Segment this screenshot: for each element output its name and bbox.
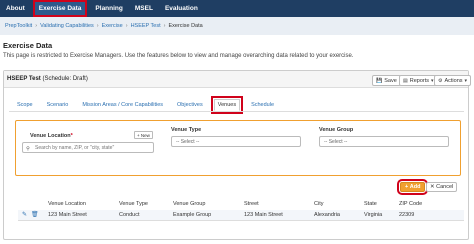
breadcrumb-exercise-data: Exercise Data	[168, 23, 203, 29]
chevron-down-icon: ▾	[464, 77, 468, 84]
venue-location-field[interactable]	[35, 144, 149, 151]
document-icon: ▤	[403, 77, 408, 84]
cancel-button-label: Cancel	[436, 184, 454, 190]
new-venue-button[interactable]: + New	[134, 131, 153, 139]
nav-about[interactable]: About	[0, 0, 31, 17]
save-icon: 💾	[376, 77, 383, 84]
tab-mission-areas[interactable]: Mission Areas / Core Capabilities	[79, 99, 166, 111]
reports-button-label: Reports	[409, 77, 429, 84]
cell-state: Virginia	[364, 212, 383, 218]
actions-button-label: Actions	[444, 77, 463, 84]
breadcrumb-separator: ›	[163, 23, 166, 29]
venue-location-label: Venue Location*	[30, 133, 73, 139]
edit-icon[interactable]: ✎	[22, 211, 27, 218]
exercise-name: HSEEP Test	[7, 76, 41, 82]
search-icon: ⚲	[26, 145, 30, 152]
page-description: This page is restricted to Exercise Mana…	[3, 53, 354, 59]
column-header: Venue Group	[173, 201, 206, 207]
column-header: City	[314, 201, 324, 207]
column-header: Street	[244, 201, 259, 207]
gear-icon: ⚙	[438, 77, 443, 84]
actions-button[interactable]: ⚙ Actions ▾	[434, 75, 472, 86]
tab-venues[interactable]: Venues	[210, 96, 244, 114]
reports-button[interactable]: ▤ Reports ▾	[399, 75, 438, 86]
required-mark: *	[70, 133, 73, 139]
venue-group-label: Venue Group	[319, 127, 354, 133]
add-button[interactable]: + Add	[396, 179, 429, 195]
breadcrumb-separator: ›	[96, 23, 99, 29]
add-button-label: Add	[409, 184, 421, 190]
nav-exercise-data[interactable]: Exercise Data	[32, 0, 88, 17]
nav-planning[interactable]: Planning	[89, 0, 128, 17]
breadcrumb-exercise[interactable]: Exercise	[102, 23, 123, 29]
schedule-status: (Schedule: Draft)	[42, 76, 88, 82]
venue-location-label-text: Venue Location	[30, 133, 71, 139]
column-header: Venue Type	[119, 201, 148, 207]
save-button-label: Save	[384, 77, 397, 84]
venue-group-value: -- Select --	[324, 138, 348, 145]
panel-header: HSEEP Test (Schedule: Draft) 💾 Save ▤ Re…	[4, 71, 472, 88]
cell-street: 123 Main Street	[244, 212, 283, 218]
breadcrumb-preptoolkit[interactable]: PrepToolkit	[5, 23, 32, 29]
venue-type-label: Venue Type	[171, 127, 202, 133]
cancel-button[interactable]: ✕ Cancel	[426, 182, 458, 192]
cell-venue-location: 123 Main Street	[48, 212, 87, 218]
page-title: Exercise Data	[3, 41, 53, 50]
save-button[interactable]: 💾 Save	[372, 75, 401, 86]
column-header: State	[364, 201, 377, 207]
tab-scenario[interactable]: Scenario	[44, 99, 72, 111]
cell-venue-group: Example Group	[173, 212, 212, 218]
breadcrumb-separator: ›	[125, 23, 128, 29]
venues-table-header: Venue Location Venue Type Venue Group St…	[18, 199, 464, 211]
cell-venue-type: Conduct	[119, 212, 140, 218]
tab-objectives[interactable]: Objectives	[174, 99, 206, 111]
tab-scope[interactable]: Scope	[14, 99, 36, 111]
venue-type-value: -- Select --	[176, 138, 200, 145]
exercise-panel: HSEEP Test (Schedule: Draft) 💾 Save ▤ Re…	[3, 70, 472, 240]
table-row: ✎ 🗑 123 Main Street Conduct Example Grou…	[18, 210, 464, 221]
breadcrumb-hseep-test[interactable]: HSEEP Test	[131, 23, 161, 29]
column-header: ZIP Code	[399, 201, 423, 207]
column-header: Venue Location	[48, 201, 86, 207]
nav-evaluation[interactable]: Evaluation	[159, 0, 204, 17]
trash-icon[interactable]: 🗑	[31, 211, 39, 218]
top-navbar: About Exercise Data Planning MSEL Evalua…	[0, 0, 474, 17]
cell-zip-code: 22309	[399, 212, 415, 218]
tab-schedule[interactable]: Schedule	[248, 99, 277, 111]
nav-msel[interactable]: MSEL	[129, 0, 159, 17]
venue-location-input[interactable]: ⚲	[22, 142, 154, 153]
breadcrumb-separator: ›	[35, 23, 38, 29]
panel-title: HSEEP Test (Schedule: Draft)	[7, 76, 88, 82]
breadcrumb: PrepToolkit › Validating Capabilities › …	[0, 17, 474, 35]
venue-group-select[interactable]: -- Select --	[319, 136, 449, 147]
cell-city: Alexandria	[314, 212, 340, 218]
breadcrumb-validating-capabilities[interactable]: Validating Capabilities	[40, 23, 94, 29]
tab-bar: Scope Scenario Mission Areas / Core Capa…	[14, 96, 277, 114]
venue-type-select[interactable]: -- Select --	[171, 136, 301, 147]
venue-filter-form: Venue Location* + New ⚲ Venue Type -- Se…	[15, 120, 461, 176]
tab-divider	[9, 111, 464, 112]
